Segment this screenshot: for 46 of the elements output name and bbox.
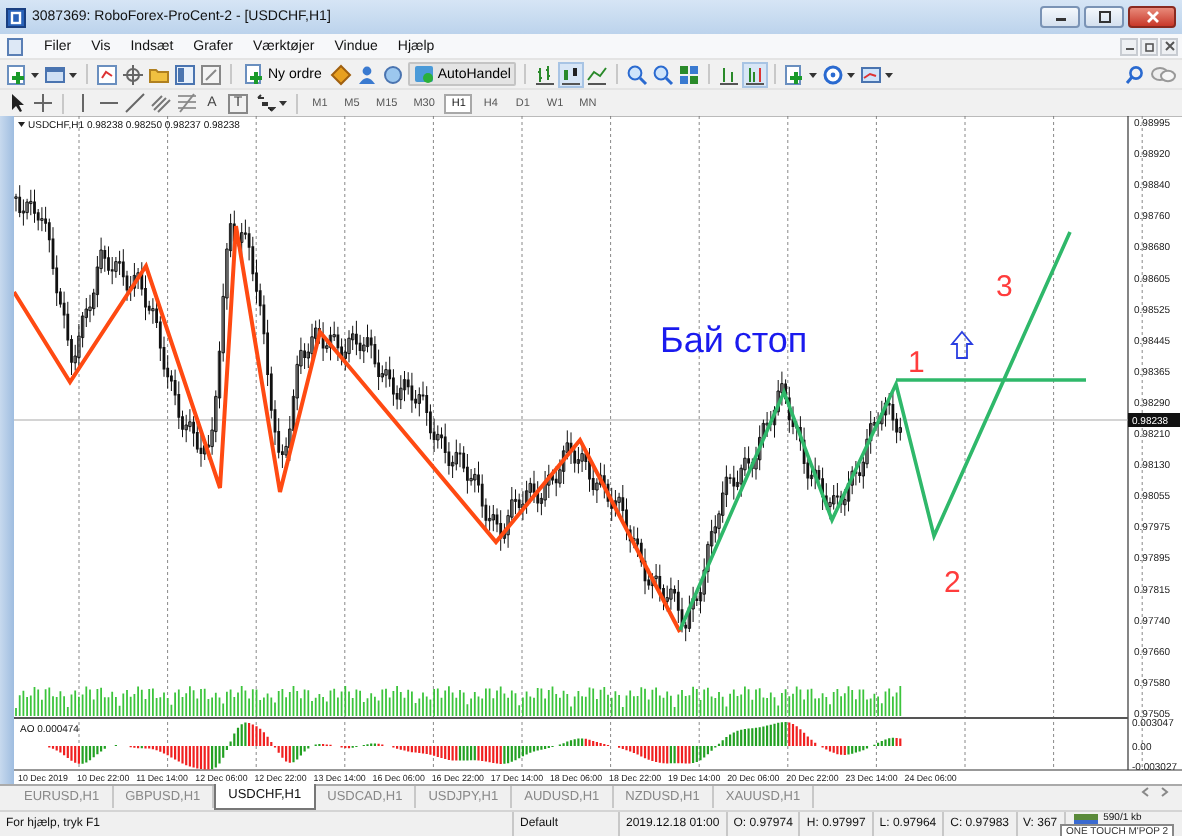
wave-label: 1 (908, 346, 925, 380)
maximize-icon (1097, 10, 1111, 24)
maximize-button[interactable] (1084, 6, 1124, 28)
chart-menu-icon[interactable] (18, 122, 25, 127)
close-icon (1163, 40, 1175, 52)
window-icon[interactable] (44, 63, 66, 85)
tile-icon[interactable] (678, 63, 701, 85)
candlestick-icon[interactable] (560, 63, 583, 85)
caret-icon[interactable] (30, 69, 40, 79)
new-order-icon (244, 64, 264, 84)
caret-icon[interactable] (884, 69, 895, 79)
close-button[interactable] (1128, 6, 1176, 28)
wave-label: 3 (996, 270, 1013, 304)
caret-icon[interactable] (278, 98, 288, 108)
restore-icon (1143, 40, 1155, 52)
wave-label: 2 (944, 566, 961, 600)
search-icon[interactable] (1124, 63, 1146, 85)
auto-trading-icon (413, 64, 434, 84)
close-icon (1145, 10, 1159, 24)
chart-caption: Бай стоп (660, 320, 808, 360)
restore-button[interactable] (1140, 37, 1158, 55)
line-chart-icon[interactable] (586, 63, 609, 85)
new-chart-icon[interactable] (6, 63, 28, 85)
trendline-icon[interactable] (124, 92, 146, 114)
arrows-icon[interactable] (254, 92, 276, 114)
caret-icon[interactable] (68, 69, 78, 79)
cursor-icon[interactable] (6, 92, 28, 114)
minimize-button[interactable] (1040, 6, 1080, 28)
panel-icon[interactable] (174, 63, 196, 85)
template-icon[interactable] (860, 63, 883, 85)
fibonacci-icon[interactable] (176, 92, 198, 114)
caret-icon[interactable] (808, 69, 819, 79)
crosshair-icon[interactable] (32, 92, 54, 114)
document-icon (6, 37, 24, 55)
scroll-left-icon[interactable] (1140, 786, 1152, 798)
person-icon[interactable] (355, 63, 378, 85)
crosshair-icon[interactable] (122, 63, 144, 85)
indicators-icon[interactable] (784, 63, 807, 85)
scroll-right-icon[interactable] (1158, 786, 1170, 798)
minimize-button[interactable] (1120, 37, 1138, 55)
app-icon (6, 7, 26, 27)
bar-chart-icon[interactable] (534, 63, 557, 85)
zoom-in-icon[interactable] (626, 63, 649, 85)
caret-icon[interactable] (846, 69, 857, 79)
up-arrow-icon (950, 330, 974, 359)
zoom-out-icon[interactable] (652, 63, 675, 85)
